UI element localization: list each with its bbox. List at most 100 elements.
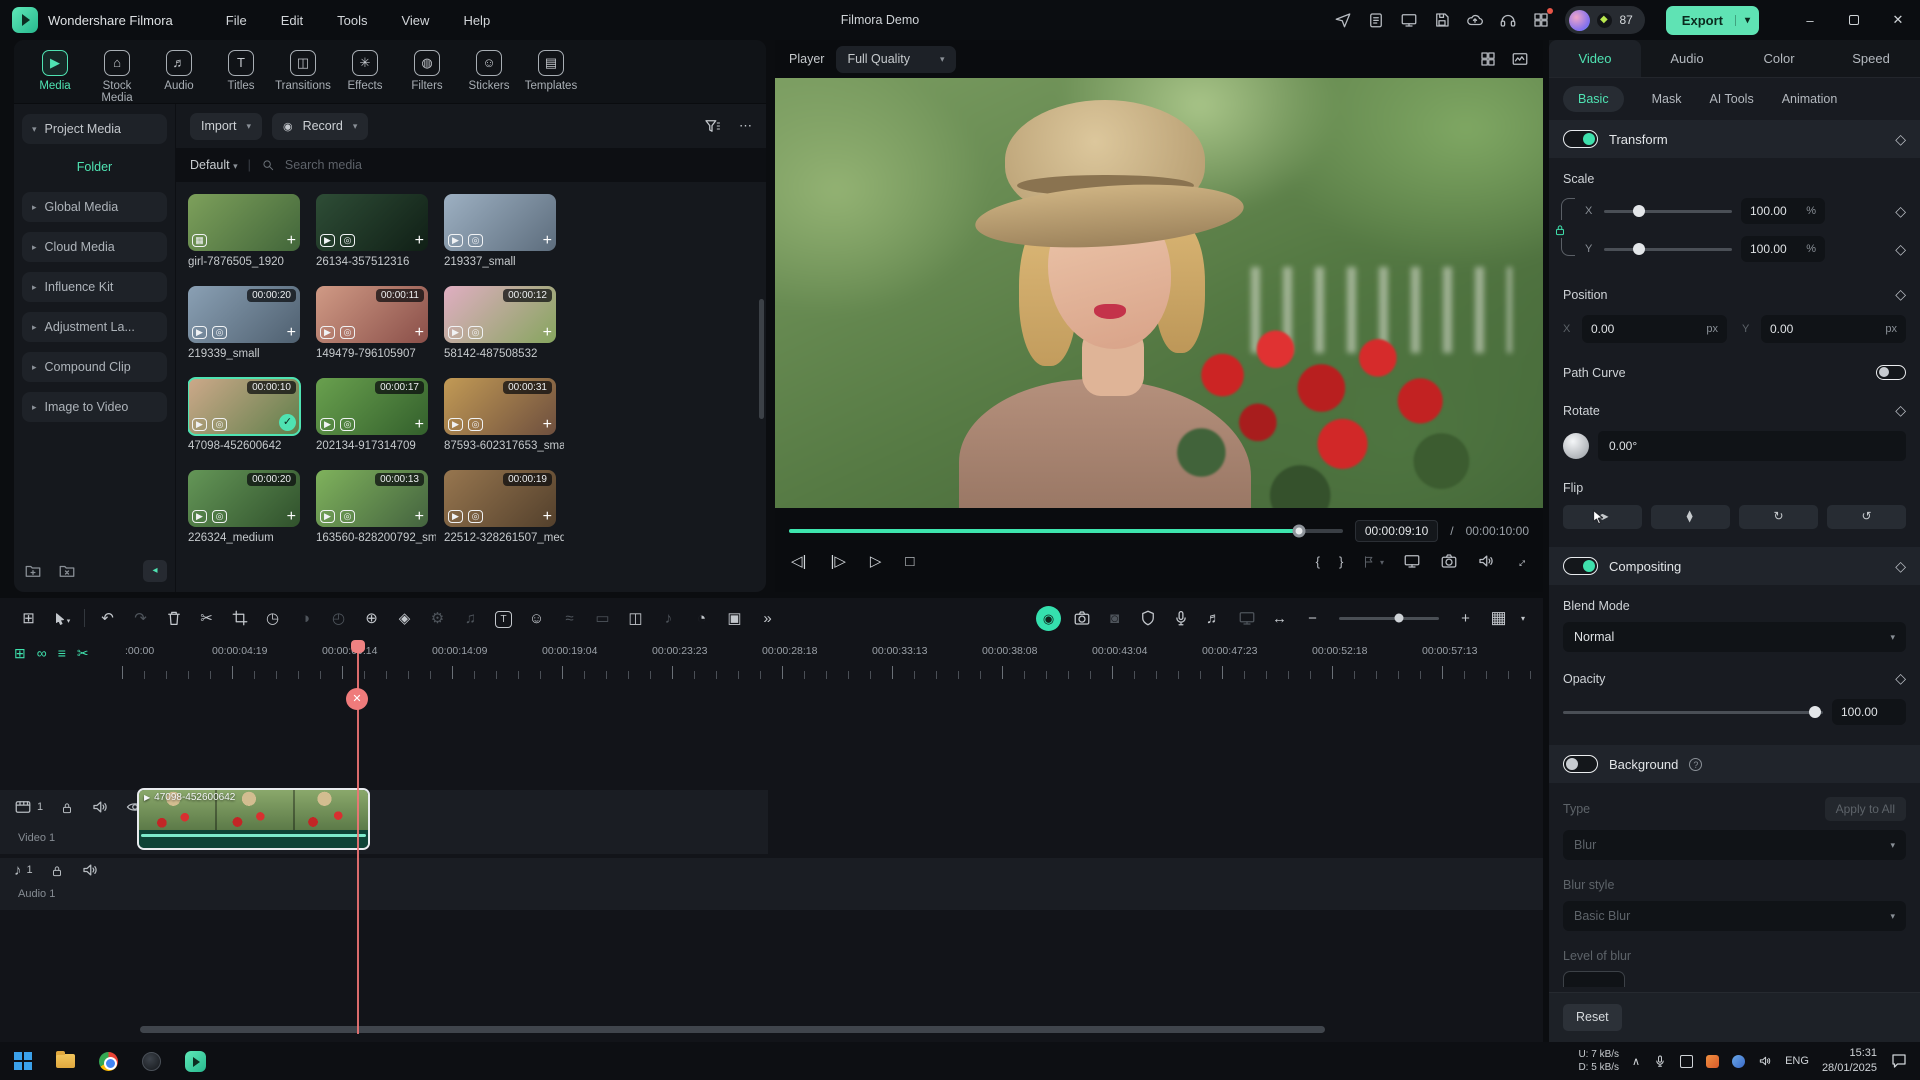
tray-app-icon[interactable] [1706,1055,1719,1068]
redo-icon[interactable]: ↷ [124,609,157,627]
tab-effects[interactable]: ✳Effects [334,48,396,92]
avatar[interactable] [1569,10,1590,31]
tray-volume-icon[interactable] [1758,1054,1772,1068]
mark-out-button[interactable]: } [1339,554,1343,569]
media-item[interactable]: 00:00:13▶◎+ 163560-828200792_small [316,470,444,562]
mute-track-icon[interactable] [91,798,109,816]
background-toggle[interactable] [1563,755,1598,773]
media-grid-scrollbar[interactable] [759,299,764,419]
timeline-clip[interactable]: ▶47098-452600642 [137,788,370,850]
speed-icon[interactable]: ◷ [256,609,289,627]
video-preview[interactable] [775,78,1543,508]
crop-icon[interactable] [223,609,256,627]
sticker-tool-icon[interactable]: ☺ [520,610,553,627]
tab-speed[interactable]: Speed [1825,40,1917,77]
filter-icon[interactable] [703,117,721,135]
notification-center-icon[interactable] [1890,1052,1908,1070]
tab-titles[interactable]: TTitles [210,48,272,92]
tab-stickers[interactable]: ☺Stickers [458,48,520,92]
menu-file[interactable]: File [209,13,264,28]
ai-copilot-icon[interactable]: ◉ [1036,606,1061,631]
tab-transitions[interactable]: ◫Transitions [272,48,334,92]
share-icon[interactable] [1334,11,1352,29]
multiview-icon[interactable] [1479,50,1497,68]
record-button[interactable]: ◉Record▾ [272,113,368,140]
search-input[interactable] [285,158,752,172]
voiceover-icon[interactable] [1164,609,1197,627]
media-item[interactable]: ▶◎+ 219337_small [444,194,572,286]
file-explorer-icon[interactable] [56,1054,75,1068]
link-clips-icon[interactable]: ∞ [37,645,47,662]
media-item[interactable]: 00:00:20▶◎+ 219339_small [188,286,316,378]
tab-audio[interactable]: ♬Audio [148,48,210,92]
duration-icon[interactable]: ◴ [322,609,355,627]
split-icon[interactable]: ✂ [190,609,223,627]
collapse-sidebar-button[interactable]: ◂ [143,560,167,582]
tab-filters[interactable]: ◍Filters [396,48,458,92]
compositing-toggle[interactable] [1563,557,1598,575]
add-to-timeline-icon[interactable]: + [287,508,296,526]
subtab-basic[interactable]: Basic [1563,86,1624,112]
display-settings-button[interactable] [1403,552,1421,570]
sidebar-item-project-media[interactable]: ▾Project Media [22,114,167,144]
scale-x-value[interactable]: 100.00% [1741,198,1825,224]
media-item[interactable]: 00:00:12▶◎+ 58142-487508532 [444,286,572,378]
timeline-zoom-slider[interactable] [1339,617,1439,620]
audio-stretch-icon[interactable]: ◫ [619,609,652,627]
rotate-right-button[interactable]: ↻ [1739,505,1818,529]
sidebar-item-global-media[interactable]: ▸Global Media [22,192,167,222]
cloud-upload-icon[interactable] [1466,11,1484,29]
media-item[interactable]: 00:00:31▶◎+ 87593-602317653_small [444,378,572,470]
tab-color[interactable]: Color [1733,40,1825,77]
screen-record-icon[interactable] [1065,609,1098,627]
menu-edit[interactable]: Edit [264,13,320,28]
add-to-timeline-icon[interactable]: + [415,324,424,342]
subtab-mask[interactable]: Mask [1652,92,1682,106]
lock-track-icon[interactable] [60,799,74,815]
add-to-timeline-icon[interactable]: + [287,232,296,250]
scopes-icon[interactable] [1511,50,1529,68]
playhead-split-badge[interactable]: ✕ [346,688,368,710]
flip-vertical-button[interactable]: ◂▸ [1651,505,1730,529]
subtab-animation[interactable]: Animation [1782,92,1838,106]
close-button[interactable]: ✕ [1876,0,1920,40]
media-item[interactable]: 00:00:11▶◎+ 149479-796105907 [316,286,444,378]
background-help-icon[interactable]: ? [1689,758,1702,771]
rotate-left-button[interactable]: ↺ [1827,505,1906,529]
save-icon[interactable] [1433,11,1451,29]
delete-folder-icon[interactable] [58,562,76,580]
opacity-value[interactable]: 100.00 [1832,699,1906,725]
workspace-icon[interactable] [1400,11,1418,29]
sidebar-item-adjustment-layer[interactable]: ▸Adjustment La... [22,312,167,342]
app-icon[interactable] [142,1052,161,1071]
stop-button[interactable]: □ [905,553,914,570]
auto-ripple-icon[interactable]: ≡ [58,645,66,662]
tray-app-icon[interactable] [1732,1055,1745,1068]
rotate-keyframe-icon[interactable]: ◇ [1895,402,1906,419]
volume-button[interactable] [1477,552,1495,570]
add-to-timeline-icon[interactable]: + [415,416,424,434]
device-preview-icon[interactable] [1230,609,1263,627]
effects-wand-icon[interactable]: ◈ [388,609,421,627]
fit-timeline-icon[interactable]: ↔ [1263,610,1296,627]
sidebar-item-folder[interactable]: Folder [22,154,167,182]
render-preview-icon[interactable]: ◙ [1098,610,1131,627]
sidebar-item-cloud-media[interactable]: ▸Cloud Media [22,232,167,262]
fullscreen-button[interactable]: ↔ [1511,551,1531,571]
seek-handle[interactable] [1292,525,1305,538]
opacity-slider[interactable] [1563,711,1823,714]
sidebar-item-compound-clip[interactable]: ▸Compound Clip [22,352,167,382]
mark-icon[interactable] [1131,609,1164,627]
import-button[interactable]: Import▾ [190,113,262,140]
audio-track[interactable] [0,858,1543,910]
playhead-handle[interactable] [351,640,365,653]
position-y-input[interactable]: 0.00px [1761,315,1906,343]
account-badge[interactable]: 87 [1565,6,1644,34]
track-manager-caret-icon[interactable]: ▾ [1515,614,1531,623]
next-frame-button[interactable]: |▷ [830,552,845,570]
delete-icon[interactable] [157,609,190,627]
language-indicator[interactable]: ENG [1785,1055,1809,1067]
rotate-input[interactable]: 0.00° [1598,431,1906,461]
media-item[interactable]: 00:00:19▶◎+ 22512-328261507_med... [444,470,572,562]
media-item-selected[interactable]: 00:00:10▶◎✓ 47098-452600642 [188,378,316,470]
